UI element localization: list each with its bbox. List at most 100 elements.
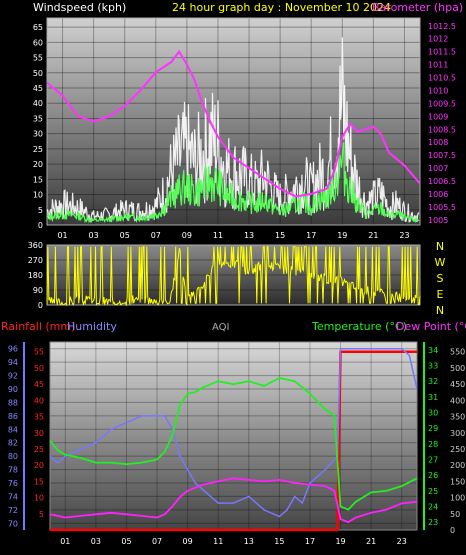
- direction-label-s: S: [437, 272, 444, 285]
- wind-tick-label: 55: [33, 54, 43, 63]
- rainfall-tick-label: 10: [34, 494, 44, 503]
- rainfall-tick-label: 30: [34, 429, 44, 438]
- temperature-tick-label: 34: [428, 346, 438, 355]
- barometer-tick-label: 1008.5: [428, 125, 456, 134]
- wind-x-tick-label: 03: [89, 231, 99, 240]
- barometer-tick-label: 1005.5: [428, 203, 456, 212]
- aqi-tick-label: 400: [450, 396, 465, 405]
- humidity-tick-label: 82: [8, 439, 18, 448]
- lower-x-tick-label: 13: [244, 537, 254, 546]
- rainfall-tick-label: 25: [34, 445, 44, 454]
- direction-label-w: W: [435, 256, 446, 269]
- humidity-tick-label: 84: [8, 425, 18, 434]
- wind-tick-label: 40: [33, 99, 43, 108]
- wind-tick-label: 20: [33, 160, 43, 169]
- lower-x-tick-label: 07: [152, 537, 162, 546]
- barometer-tick-label: 1006: [428, 190, 448, 199]
- temperature-tick-label: 23: [428, 518, 438, 527]
- chart-title: 24 hour graph day : November 10 2024: [172, 1, 391, 14]
- direction-tick-label: 270: [28, 256, 43, 265]
- barometer-tick-label: 1007: [428, 164, 448, 173]
- wind-tick-label: 35: [33, 114, 43, 123]
- wind-tick-label: 15: [33, 175, 43, 184]
- humidity-tick-label: 90: [8, 385, 18, 394]
- humidity-tick-label: 86: [8, 412, 18, 421]
- rainfall-tick-label: 15: [34, 477, 44, 486]
- rainfall-tick-label: 35: [34, 413, 44, 422]
- temperature-tick-label: 26: [428, 471, 438, 480]
- temperature-tick-label: 31: [428, 393, 438, 402]
- aqi-tick-label: 300: [450, 429, 465, 438]
- wind-tick-label: 30: [33, 130, 43, 139]
- temperature-tick-label: 28: [428, 440, 438, 449]
- barometer-tick-label: 1009.5: [428, 99, 456, 108]
- direction-tick-label: 360: [28, 241, 43, 250]
- humidity-tick-label: 76: [8, 479, 18, 488]
- lower-x-tick-label: 21: [366, 537, 376, 546]
- lower-x-tick-label: 11: [213, 537, 223, 546]
- aqi-tick-label: 250: [450, 445, 465, 454]
- wind-x-tick-label: 09: [182, 231, 192, 240]
- temperature-tick-label: 24: [428, 503, 438, 512]
- humidity-tick-label: 72: [8, 506, 18, 515]
- wind-x-tick-label: 11: [213, 231, 223, 240]
- humidity-tick-label: 78: [8, 466, 18, 475]
- temperature-tick-label: 32: [428, 377, 438, 386]
- barometer-axis-label: Barometer (hpa): [372, 1, 463, 14]
- wind-tick-label: 10: [33, 191, 43, 200]
- wind-x-tick-label: 13: [244, 231, 254, 240]
- humidity-tick-label: 96: [8, 345, 18, 354]
- lower-x-tick-label: 23: [397, 537, 407, 546]
- aqi-axis-label: AQI: [212, 322, 230, 333]
- lower-x-tick-label: 03: [91, 537, 101, 546]
- barometer-tick-label: 1008: [428, 138, 448, 147]
- wind-x-tick-label: 19: [337, 231, 347, 240]
- aqi-tick-label: 500: [450, 364, 465, 373]
- aqi-tick-label: 50: [450, 510, 460, 519]
- temperature-tick-label: 29: [428, 424, 438, 433]
- rainfall-tick-label: 40: [34, 396, 44, 405]
- humidity-tick-label: 88: [8, 398, 18, 407]
- temperature-tick-label: 25: [428, 487, 438, 496]
- barometer-tick-label: 1009: [428, 112, 448, 121]
- aqi-tick-label: 0: [450, 526, 455, 535]
- wind-tick-label: 65: [33, 23, 43, 32]
- direction-tick-label: 180: [28, 271, 43, 280]
- lower-x-tick-label: 15: [274, 537, 284, 546]
- rainfall-tick-label: 45: [34, 380, 44, 389]
- temperature-tick-label: 27: [428, 456, 438, 465]
- barometer-tick-label: 1005: [428, 216, 448, 225]
- humidity-tick-label: 70: [8, 519, 18, 528]
- dewpoint-axis-label: Dew Point (°C): [396, 320, 466, 333]
- aqi-tick-label: 150: [450, 477, 465, 486]
- wind-x-tick-label: 07: [151, 231, 161, 240]
- aqi-tick-label: 350: [450, 413, 465, 422]
- barometer-tick-label: 1006.5: [428, 177, 456, 186]
- wind-tick-label: 0: [38, 221, 43, 230]
- rainfall-tick-label: 55: [34, 348, 44, 357]
- barometer-tick-label: 1012.5: [428, 22, 456, 31]
- barometer-tick-label: 1010: [428, 86, 448, 95]
- direction-label-n-bottom: N: [436, 304, 444, 317]
- temperature-tick-label: 33: [428, 362, 438, 371]
- barometer-tick-label: 1012: [428, 35, 448, 44]
- lower-x-tick-label: 19: [335, 537, 345, 546]
- wind-tick-label: 25: [33, 145, 43, 154]
- wind-x-tick-label: 15: [275, 231, 285, 240]
- temperature-tick-label: 30: [428, 409, 438, 418]
- direction-label-e: E: [437, 288, 444, 301]
- rainfall-axis-label: Rainfall (mm): [1, 320, 75, 333]
- lower-x-tick-label: 09: [183, 537, 193, 546]
- barometer-tick-label: 1011: [428, 61, 448, 70]
- rainfall-tick-label: 20: [34, 461, 44, 470]
- lower-x-tick-label: 17: [305, 537, 315, 546]
- aqi-tick-label: 550: [450, 348, 465, 357]
- temperature-axis-label: Temperature (°C): [311, 320, 407, 333]
- humidity-tick-label: 94: [8, 358, 18, 367]
- humidity-axis-label: Humidity: [67, 320, 117, 333]
- wind-x-tick-label: 21: [368, 231, 378, 240]
- wind-x-tick-label: 17: [306, 231, 316, 240]
- humidity-tick-label: 92: [8, 372, 18, 381]
- lower-x-tick-label: 01: [60, 537, 70, 546]
- barometer-tick-label: 1011.5: [428, 48, 456, 57]
